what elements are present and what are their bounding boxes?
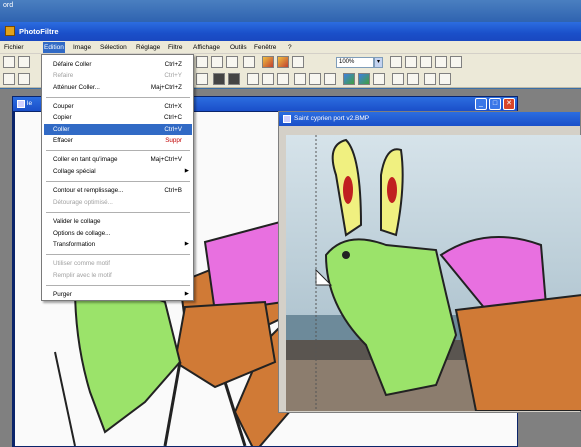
menu-item-purge[interactable]: Purger ▶ bbox=[44, 289, 192, 300]
menu-item-paste[interactable]: Coller Ctrl+V bbox=[44, 124, 192, 135]
menu-help[interactable]: ? bbox=[287, 42, 293, 53]
menu-item-redo[interactable]: Refaire Ctrl+Y bbox=[44, 70, 192, 81]
menu-item-fill-with-pattern[interactable]: Remplir avec le motif bbox=[44, 270, 192, 281]
zoom-dropdown-icon[interactable]: ▾ bbox=[374, 57, 383, 68]
zoom-input[interactable]: 100% bbox=[336, 57, 374, 68]
filter-icon-17[interactable] bbox=[424, 73, 436, 85]
menu-item-undo[interactable]: Défaire Coller Ctrl+Z bbox=[44, 59, 192, 70]
menu-item-outline-fill[interactable]: Contour et remplissage... Ctrl+B bbox=[44, 185, 192, 196]
new-file-icon[interactable] bbox=[3, 56, 15, 68]
pasted-photo bbox=[286, 135, 581, 411]
close-button[interactable]: ✕ bbox=[503, 98, 515, 110]
image-window-icon bbox=[283, 115, 291, 123]
filter-icon-1[interactable] bbox=[3, 73, 15, 85]
filter-icon-3[interactable] bbox=[196, 73, 208, 85]
desktop-label: ord bbox=[3, 2, 14, 9]
menu-item-transformation[interactable]: Transformation ▶ bbox=[44, 239, 192, 250]
menu-separator bbox=[46, 181, 190, 182]
text-tool-icon[interactable] bbox=[243, 56, 255, 68]
minimize-button[interactable]: _ bbox=[475, 98, 487, 110]
filter-icon-5[interactable] bbox=[228, 73, 240, 85]
edition-menu: Défaire Coller Ctrl+Z Refaire Ctrl+Y Attén… bbox=[41, 54, 194, 301]
menu-separator bbox=[46, 150, 190, 151]
menu-filtre[interactable]: Filtre bbox=[167, 42, 183, 53]
filter-icon-11[interactable] bbox=[324, 73, 336, 85]
filter-icon-8[interactable] bbox=[277, 73, 289, 85]
screen-tool-icon[interactable] bbox=[292, 56, 304, 68]
submenu-arrow-icon: ▶ bbox=[184, 168, 189, 174]
menu-item-erase[interactable]: Effacer Suppr bbox=[44, 135, 192, 146]
filter-icon-10[interactable] bbox=[309, 73, 321, 85]
app-title: PhotoFiltre bbox=[19, 27, 59, 36]
menu-fichier[interactable]: Fichier bbox=[3, 42, 25, 53]
desktop-strip: ord bbox=[0, 0, 581, 22]
menu-item-use-as-pattern[interactable]: Utiliser comme motif bbox=[44, 258, 192, 269]
filter-icon-6[interactable] bbox=[247, 73, 259, 85]
fit-window-icon[interactable] bbox=[420, 56, 432, 68]
menu-edition[interactable]: Edition bbox=[43, 42, 65, 53]
menu-separator bbox=[46, 212, 190, 213]
menu-item-cut[interactable]: Couper Ctrl+X bbox=[44, 101, 192, 112]
zoom-in-icon[interactable] bbox=[390, 56, 402, 68]
saint-cyprien-image-window[interactable]: Saint cyprien port v2.BMP bbox=[278, 111, 581, 413]
menu-item-validate-paste[interactable]: Valider le collage bbox=[44, 216, 192, 227]
menu-item-special-paste[interactable]: Collage spécial ▶ bbox=[44, 166, 192, 177]
menu-item-paste-options[interactable]: Options de collage... bbox=[44, 228, 192, 239]
menu-separator bbox=[46, 97, 190, 98]
image-window-titlebar[interactable]: Saint cyprien port v2.BMP bbox=[279, 112, 580, 126]
menu-item-optimized-cutout[interactable]: Détourage optimisé... bbox=[44, 197, 192, 208]
menu-item-paste-as-image[interactable]: Coller en tant qu'image Maj+Ctrl+V bbox=[44, 154, 192, 165]
menu-reglage[interactable]: Réglage bbox=[135, 42, 161, 53]
app-titlebar[interactable]: PhotoFiltre bbox=[0, 22, 581, 41]
filter-icon-12[interactable] bbox=[343, 73, 355, 85]
submenu-arrow-icon: ▶ bbox=[184, 241, 189, 247]
color-tool-icon[interactable] bbox=[262, 56, 274, 68]
background-window-title: le bbox=[27, 100, 33, 107]
menu-item-copy[interactable]: Copier Ctrl+C bbox=[44, 112, 192, 123]
filter-icon-16[interactable] bbox=[407, 73, 419, 85]
tool-icon-a[interactable] bbox=[196, 56, 208, 68]
filter-icon-2[interactable] bbox=[18, 73, 30, 85]
filter-icon-7[interactable] bbox=[262, 73, 274, 85]
filter-icon-18[interactable] bbox=[439, 73, 451, 85]
menu-affichage[interactable]: Affichage bbox=[192, 42, 221, 53]
submenu-arrow-icon: ▶ bbox=[184, 291, 189, 297]
menu-separator bbox=[46, 285, 190, 286]
tool-icon-b[interactable] bbox=[211, 56, 223, 68]
menu-separator bbox=[46, 254, 190, 255]
image-canvas[interactable] bbox=[286, 135, 581, 411]
filter-icon-14[interactable] bbox=[373, 73, 385, 85]
tool-icon-c[interactable] bbox=[226, 56, 238, 68]
menubar: Fichier Edition Image Sélection Réglage … bbox=[0, 41, 581, 54]
filter-icon-15[interactable] bbox=[392, 73, 404, 85]
menu-item-fade-paste[interactable]: Atténuer Coller... Maj+Ctrl+Z bbox=[44, 82, 192, 93]
open-file-icon[interactable] bbox=[18, 56, 30, 68]
photofiltre-app-icon[interactable] bbox=[5, 26, 15, 36]
filter-icon-13[interactable] bbox=[358, 73, 370, 85]
filter-icon-9[interactable] bbox=[294, 73, 306, 85]
image-window-title: Saint cyprien port v2.BMP bbox=[294, 115, 370, 122]
monitor-icon[interactable] bbox=[450, 56, 462, 68]
zoom-out-icon[interactable] bbox=[405, 56, 417, 68]
filter-icon-4[interactable] bbox=[213, 73, 225, 85]
fill-tool-icon[interactable] bbox=[277, 56, 289, 68]
menu-fenetre[interactable]: Fenêtre bbox=[253, 42, 277, 53]
fullscreen-icon[interactable] bbox=[435, 56, 447, 68]
menu-image[interactable]: Image bbox=[72, 42, 92, 53]
maximize-button[interactable]: □ bbox=[489, 98, 501, 110]
menu-outils[interactable]: Outils bbox=[229, 42, 248, 53]
menu-selection[interactable]: Sélection bbox=[99, 42, 128, 53]
image-window-icon bbox=[17, 100, 25, 108]
